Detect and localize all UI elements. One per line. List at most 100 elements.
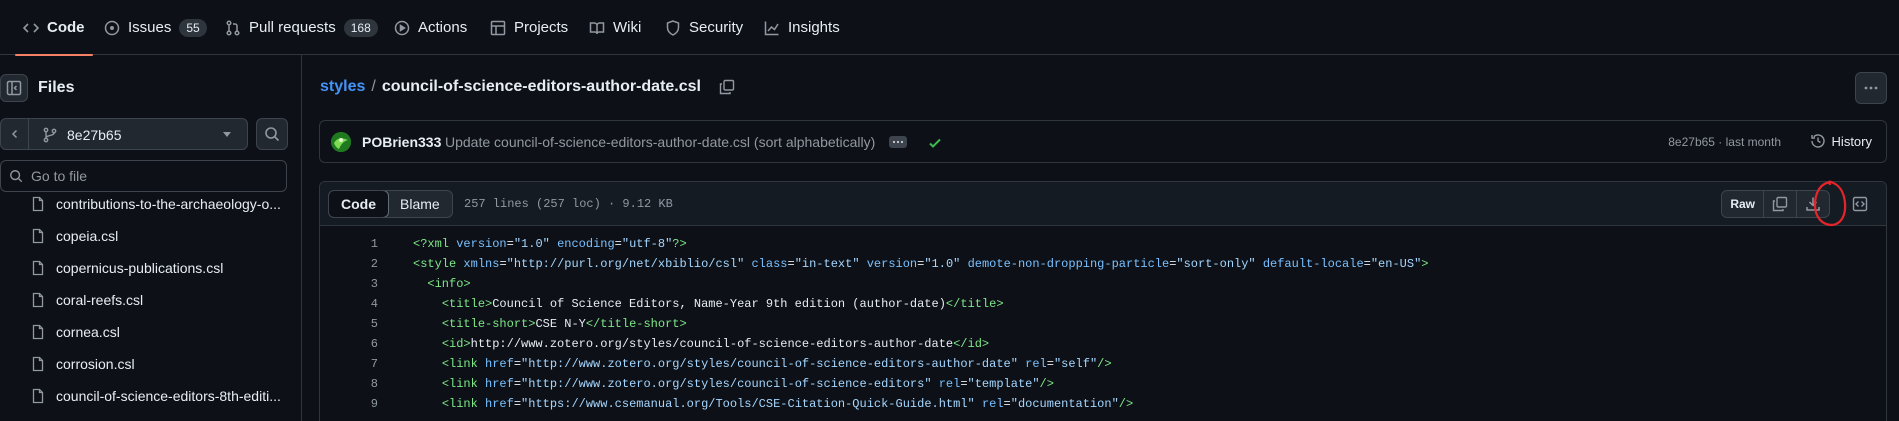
commit-message[interactable]: Update council-of-science-editors-author…: [445, 134, 875, 150]
tab-label: Issues: [128, 19, 172, 36]
tab-label: Security: [689, 19, 744, 36]
caret-down-icon: [223, 132, 231, 137]
tab-security[interactable]: Security: [665, 0, 743, 55]
tab-code[interactable]: Code: [15, 0, 93, 56]
file-tree-item[interactable]: coral-reefs.csl: [30, 284, 285, 316]
search-icon: [265, 127, 280, 142]
symbols-panel-button[interactable]: [1846, 190, 1874, 218]
tab-insights[interactable]: Insights: [764, 0, 840, 55]
files-title: Files: [38, 79, 75, 96]
file-icon: [32, 196, 44, 212]
file-tree-item[interactable]: contributions-to-the-archaeology-o...: [30, 188, 285, 220]
file-info: 257 lines (257 loc) · 9.12 KB: [464, 197, 673, 211]
code-view-button[interactable]: Code: [328, 191, 389, 217]
code-line: 2 <style xmlns="http://purl.org/net/xbibl…: [320, 254, 1886, 274]
file-icon: [32, 388, 44, 404]
check-icon[interactable]: [927, 135, 943, 151]
history-label: History: [1831, 133, 1872, 149]
branch-name: 8e27b65: [67, 127, 122, 143]
tab-pull-requests[interactable]: Pull requests 168: [225, 0, 378, 55]
commit-meta[interactable]: 8e27b65 · last month: [1668, 135, 1781, 149]
file-name: coral-reefs.csl: [56, 292, 144, 308]
divider: [28, 119, 29, 149]
file-icon: [32, 356, 44, 372]
file-icon: [32, 228, 44, 244]
breadcrumb-styles-link[interactable]: styles: [320, 78, 365, 96]
branch-selector[interactable]: 8e27b65: [0, 118, 248, 150]
line-content: <link href="https://www.csemanual.org/To…: [441, 397, 1134, 411]
line-number[interactable]: 7: [320, 357, 378, 371]
code-line: 5 <title-short>CSE N-Y</title-short>: [320, 314, 1886, 334]
copy-icon: [1772, 196, 1788, 212]
breadcrumb-filename: council-of-science-editors-author-date.c…: [381, 78, 701, 95]
code-line: 8 <link href="http://www.zotero.org/styl…: [320, 374, 1886, 394]
breadcrumb: styles / council-of-science-editors-auth…: [320, 78, 735, 96]
file-name: council-of-science-editors-8th-editi...: [56, 388, 281, 404]
line-content: <style xmlns="http://purl.org/net/xbibli…: [413, 257, 1429, 271]
pull-requests-count: 168: [343, 18, 378, 37]
breadcrumb-separator: /: [371, 78, 376, 95]
tab-issues[interactable]: Issues 55: [104, 0, 207, 55]
pull-request-icon: [226, 19, 240, 36]
file-icon: [32, 292, 44, 308]
file-icon: [32, 324, 44, 340]
line-number[interactable]: 6: [320, 337, 378, 351]
file-name: corrosion.csl: [56, 356, 135, 372]
table-icon: [490, 20, 506, 35]
line-number[interactable]: 4: [320, 297, 378, 311]
file-tree-item[interactable]: cornea.csl: [30, 316, 285, 348]
tab-actions[interactable]: Actions: [394, 0, 467, 55]
file-name: copernicus-publications.csl: [56, 260, 224, 276]
code-body: 1 <?xml version="1.0" encoding="utf-8"?> …: [320, 234, 1886, 414]
line-content: <?xml version="1.0" encoding="utf-8"?>: [413, 237, 687, 251]
code-line: 7 <link href="http://www.zotero.org/styl…: [320, 354, 1886, 374]
file-tree-item[interactable]: copeia.csl: [30, 220, 285, 252]
chevron-left-icon[interactable]: [9, 128, 21, 140]
line-number[interactable]: 8: [320, 377, 378, 391]
line-content: <title-short>CSE N-Y</title-short>: [441, 317, 687, 331]
tab-label: Code: [47, 19, 85, 36]
code-square-icon: [1852, 196, 1868, 212]
view-toggle: Code Blame: [328, 190, 453, 218]
tab-projects[interactable]: Projects: [490, 0, 568, 55]
issue-icon: [104, 20, 120, 35]
annotation-circle: [1813, 180, 1847, 227]
blame-view-button[interactable]: Blame: [388, 191, 452, 217]
search-button[interactable]: [256, 118, 288, 150]
line-number[interactable]: 1: [320, 237, 378, 251]
line-content: <info>: [427, 277, 471, 291]
tab-wiki[interactable]: Wiki: [589, 0, 641, 55]
tab-label: Actions: [418, 19, 468, 36]
line-number[interactable]: 9: [320, 397, 378, 411]
commit-author[interactable]: POBrien333: [362, 134, 441, 150]
raw-button[interactable]: Raw: [1722, 191, 1763, 217]
code-line: 4 <title>Council of Science Editors, Nam…: [320, 294, 1886, 314]
tab-label: Insights: [788, 19, 840, 36]
collapse-sidebar-button[interactable]: [0, 74, 28, 102]
copy-raw-button[interactable]: [1763, 191, 1796, 217]
line-number[interactable]: 3: [320, 277, 378, 291]
tab-label: Pull requests: [249, 19, 336, 36]
file-tree-item[interactable]: council-of-science-editors-8th-editi...: [30, 380, 285, 412]
branch-icon: [43, 127, 57, 143]
play-icon: [394, 20, 410, 35]
copy-path-icon[interactable]: [719, 79, 735, 95]
line-content: <link href="http://www.zotero.org/styles…: [441, 357, 1112, 371]
expand-commit-button[interactable]: [889, 136, 907, 148]
file-name: copeia.csl: [56, 228, 119, 244]
code-line: 9 <link href="https://www.csemanual.org/…: [320, 394, 1886, 414]
graph-icon: [764, 21, 779, 35]
line-number[interactable]: 2: [320, 257, 378, 271]
avatar[interactable]: [331, 132, 351, 152]
file-tree-item[interactable]: copernicus-publications.csl: [30, 252, 285, 284]
search-icon: [10, 170, 23, 183]
go-to-file-input[interactable]: [31, 168, 271, 184]
line-number[interactable]: 5: [320, 317, 378, 331]
history-button[interactable]: History: [1810, 133, 1872, 149]
file-tree-item[interactable]: corrosion.csl: [30, 348, 285, 380]
kebab-horizontal-icon: [1864, 86, 1878, 90]
line-content: <title>Council of Science Editors, Name-…: [441, 297, 1004, 311]
more-options-button[interactable]: [1855, 72, 1887, 104]
line-content: <link href="http://www.zotero.org/styles…: [441, 377, 1054, 391]
tab-label: Wiki: [613, 19, 642, 36]
